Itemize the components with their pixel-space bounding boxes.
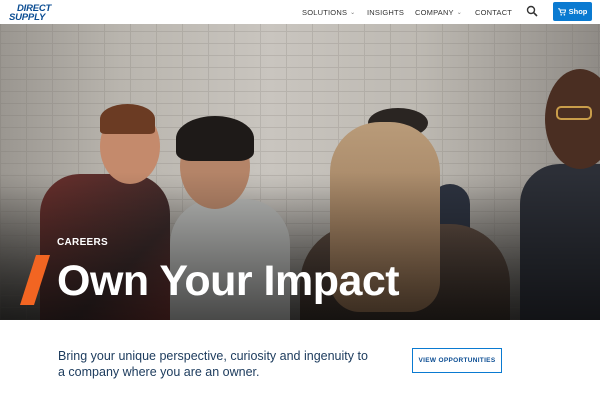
nav-item-contact[interactable]: CONTACT xyxy=(475,0,512,24)
nav-item-insights[interactable]: INSIGHTS xyxy=(367,0,404,24)
nav-label-contact: CONTACT xyxy=(475,7,513,17)
nav-label-solutions: SOLUTIONS xyxy=(302,7,348,17)
nav-label-insights: INSIGHTS xyxy=(367,7,405,17)
hero-headline: Own Your Impact xyxy=(57,257,400,305)
nav-item-company[interactable]: COMPANY ⌄ xyxy=(415,0,462,24)
nav-label-company: COMPANY xyxy=(415,7,454,17)
orange-slash-accent xyxy=(20,255,50,305)
search-icon[interactable] xyxy=(526,5,538,17)
direct-supply-logo[interactable]: DIRECT SUPPLY xyxy=(9,2,61,23)
view-opportunities-button[interactable]: VIEW OPPORTUNITIES xyxy=(412,348,502,373)
shop-label: Shop xyxy=(568,7,588,16)
nav-item-solutions[interactable]: SOLUTIONS ⌄ xyxy=(302,0,355,24)
chevron-down-icon: ⌄ xyxy=(350,9,356,16)
site-header: DIRECT SUPPLY SOLUTIONS ⌄ INSIGHTS COMPA… xyxy=(0,0,600,24)
logo-line-2: SUPPLY xyxy=(9,12,46,23)
intro-text: Bring your unique perspective, curiosity… xyxy=(58,349,368,379)
hero-eyebrow: CAREERS xyxy=(57,237,108,248)
shop-button[interactable]: Shop xyxy=(553,2,592,21)
hero-banner: CAREERS Own Your Impact xyxy=(0,24,600,320)
chevron-down-icon: ⌄ xyxy=(456,9,462,16)
cart-icon xyxy=(557,7,566,16)
